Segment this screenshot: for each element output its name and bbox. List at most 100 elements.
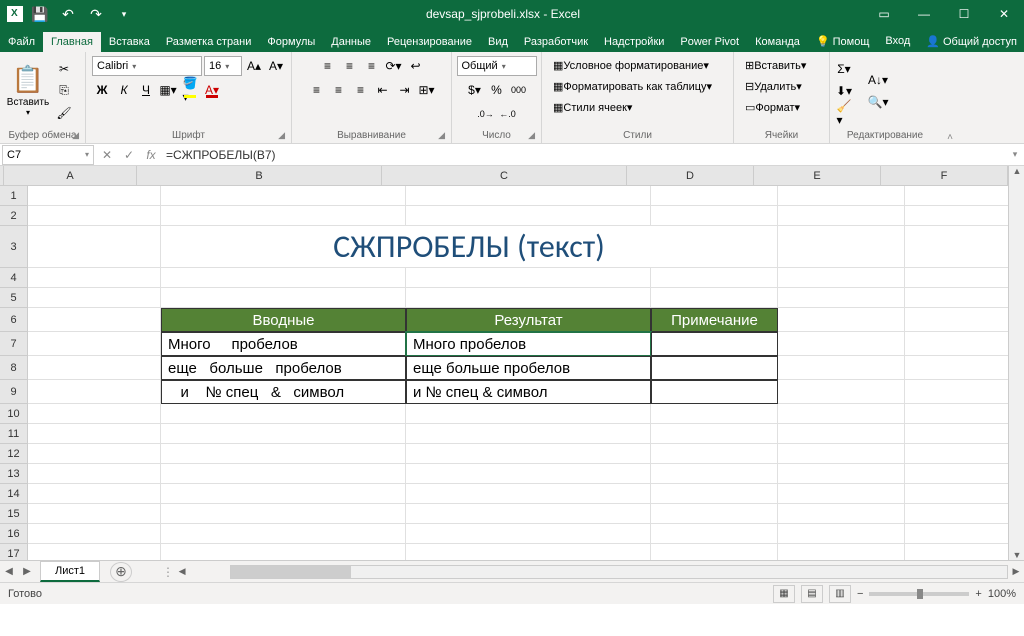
decrease-font-button[interactable]: A▾ xyxy=(266,56,286,76)
align-top-button[interactable]: ≡ xyxy=(318,56,338,76)
cell-F12[interactable] xyxy=(905,444,1008,464)
sign-in-button[interactable]: Вход xyxy=(877,31,918,52)
col-header-E[interactable]: E xyxy=(754,166,881,186)
cell-D6[interactable]: Примечание xyxy=(651,308,778,332)
border-button[interactable]: ▦▾ xyxy=(158,80,178,100)
tab-home[interactable]: Главная xyxy=(43,32,101,52)
cell-D14[interactable] xyxy=(651,484,778,504)
cell-B10[interactable] xyxy=(161,404,406,424)
cell-B5[interactable] xyxy=(161,288,406,308)
cell-C1[interactable] xyxy=(406,186,651,206)
cell-C5[interactable] xyxy=(406,288,651,308)
name-box[interactable]: C7▾ xyxy=(2,145,94,165)
fill-color-button[interactable]: 🪣▾ xyxy=(180,80,200,100)
cell-C7[interactable]: Много пробелов xyxy=(406,332,651,356)
cell-B16[interactable] xyxy=(161,524,406,544)
cell-A15[interactable] xyxy=(28,504,161,524)
cell-A7[interactable] xyxy=(28,332,161,356)
autosum-button[interactable]: Σ▾ xyxy=(834,59,854,79)
cell-E1[interactable] xyxy=(778,186,905,206)
cell-F13[interactable] xyxy=(905,464,1008,484)
tab-addins[interactable]: Надстройки xyxy=(596,32,672,52)
insert-cells-button[interactable]: ⊞ Вставить ▾ xyxy=(740,56,811,75)
cell-D15[interactable] xyxy=(651,504,778,524)
align-right-button[interactable]: ≡ xyxy=(351,80,371,100)
cell-E9[interactable] xyxy=(778,380,905,404)
tab-review[interactable]: Рецензирование xyxy=(379,32,480,52)
col-header-A[interactable]: A xyxy=(4,166,137,186)
cell-E11[interactable] xyxy=(778,424,905,444)
col-header-C[interactable]: C xyxy=(382,166,627,186)
cell-F8[interactable] xyxy=(905,356,1008,380)
cell-B3[interactable]: СЖПРОБЕЛЫ (текст) xyxy=(161,226,778,268)
page-break-button[interactable]: ▥ xyxy=(829,585,851,603)
zoom-out-button[interactable]: − xyxy=(857,588,863,600)
cell-E13[interactable] xyxy=(778,464,905,484)
cell-F11[interactable] xyxy=(905,424,1008,444)
tab-team[interactable]: Команда xyxy=(747,32,808,52)
cell-C17[interactable] xyxy=(406,544,651,560)
find-button[interactable]: 🔍▾ xyxy=(862,92,894,112)
cell-styles-button[interactable]: ▦ Стили ячеек ▾ xyxy=(548,98,637,117)
cell-E16[interactable] xyxy=(778,524,905,544)
sort-filter-button[interactable]: A↓▾ xyxy=(862,70,894,90)
comma-button[interactable]: 000 xyxy=(509,80,529,100)
col-header-F[interactable]: F xyxy=(881,166,1008,186)
cell-D8[interactable] xyxy=(651,356,778,380)
cell-F9[interactable] xyxy=(905,380,1008,404)
tab-formulas[interactable]: Формулы xyxy=(259,32,323,52)
row-header-10[interactable]: 10 xyxy=(0,404,28,424)
maximize-button[interactable]: ☐ xyxy=(944,0,984,28)
align-middle-button[interactable]: ≡ xyxy=(340,56,360,76)
cell-B11[interactable] xyxy=(161,424,406,444)
cell-A16[interactable] xyxy=(28,524,161,544)
worksheet[interactable]: ABCDEF 1234567891011121314151617 СЖПРОБЕ… xyxy=(0,166,1024,560)
cell-D17[interactable] xyxy=(651,544,778,560)
row-header-6[interactable]: 6 xyxy=(0,308,28,332)
wrap-text-button[interactable]: ↩ xyxy=(406,56,426,76)
cell-B9[interactable]: и № спец & символ xyxy=(161,380,406,404)
row-header-4[interactable]: 4 xyxy=(0,268,28,288)
cell-F16[interactable] xyxy=(905,524,1008,544)
cell-D2[interactable] xyxy=(651,206,778,226)
share-button[interactable]: 👤Общий доступ xyxy=(918,31,1024,52)
percent-button[interactable]: % xyxy=(487,80,507,100)
tab-page-layout[interactable]: Разметка страни xyxy=(158,32,260,52)
row-header-13[interactable]: 13 xyxy=(0,464,28,484)
scroll-down-button[interactable]: ▼ xyxy=(1009,550,1024,560)
row-header-17[interactable]: 17 xyxy=(0,544,28,560)
expand-formula-bar[interactable]: ▾ xyxy=(1006,149,1024,160)
font-color-button[interactable]: A▾ xyxy=(202,80,222,100)
bold-button[interactable]: Ж xyxy=(92,80,112,100)
cell-C8[interactable]: еще больше пробелов xyxy=(406,356,651,380)
cell-F14[interactable] xyxy=(905,484,1008,504)
cell-A1[interactable] xyxy=(28,186,161,206)
sheet-nav-prev[interactable]: ◀ xyxy=(0,562,18,582)
delete-cells-button[interactable]: ⊟ Удалить ▾ xyxy=(740,77,807,96)
cell-B8[interactable]: еще больше пробелов xyxy=(161,356,406,380)
cell-B15[interactable] xyxy=(161,504,406,524)
save-button[interactable]: 💾 xyxy=(28,2,52,26)
cell-C2[interactable] xyxy=(406,206,651,226)
cell-D10[interactable] xyxy=(651,404,778,424)
cell-D12[interactable] xyxy=(651,444,778,464)
row-header-8[interactable]: 8 xyxy=(0,356,28,380)
tab-view[interactable]: Вид xyxy=(480,32,516,52)
cell-C16[interactable] xyxy=(406,524,651,544)
font-name-combo[interactable]: Calibri▾ xyxy=(92,56,202,76)
cell-A3[interactable] xyxy=(28,226,161,268)
cell-B12[interactable] xyxy=(161,444,406,464)
cell-B6[interactable]: Вводные xyxy=(161,308,406,332)
cell-grid[interactable]: СЖПРОБЕЛЫ (текст)ВводныеРезультатПримеча… xyxy=(28,186,1008,560)
row-header-7[interactable]: 7 xyxy=(0,332,28,356)
help-button[interactable]: 💡Помощ xyxy=(808,31,877,52)
cell-D7[interactable] xyxy=(651,332,778,356)
cell-A17[interactable] xyxy=(28,544,161,560)
cell-D5[interactable] xyxy=(651,288,778,308)
format-table-button[interactable]: ▦ Форматировать как таблицу ▾ xyxy=(548,77,717,96)
col-header-B[interactable]: B xyxy=(137,166,382,186)
row-header-11[interactable]: 11 xyxy=(0,424,28,444)
increase-decimal-button[interactable]: .0→ xyxy=(476,104,496,124)
hscroll-right[interactable]: ▶ xyxy=(1008,566,1024,577)
row-header-14[interactable]: 14 xyxy=(0,484,28,504)
